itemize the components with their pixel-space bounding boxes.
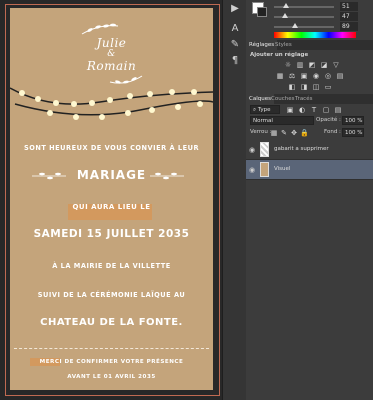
mixer-icon[interactable]: ◎: [324, 72, 332, 80]
filter-pixel-icon[interactable]: ▣: [286, 106, 294, 114]
filter-adjust-icon[interactable]: ◐: [298, 106, 306, 114]
brightness-icon[interactable]: ☼: [284, 61, 292, 69]
string-lights-illustration: [10, 87, 213, 120]
paragraph-icon[interactable]: ¶: [227, 54, 243, 68]
lock-pixels-icon[interactable]: ▦: [270, 129, 278, 137]
ceremonie-text: SUIVI DE LA CÉRÉMONIE LAÏQUE AU: [37, 291, 186, 299]
mariage-heading: MARIAGE: [76, 168, 147, 182]
vibrance-icon[interactable]: ▽: [332, 61, 340, 69]
fill-input[interactable]: 100 %: [342, 128, 364, 137]
date-text: SAMEDI 15 JUILLET 2035: [33, 228, 190, 240]
filter-smart-icon[interactable]: ▤: [334, 106, 342, 114]
slider-track[interactable]: [274, 23, 334, 28]
layer-row-selected[interactable]: ◉ Visuel: [246, 160, 373, 180]
names-ampersand: &: [107, 49, 116, 59]
rsvp-text: MERCI DE CONFIRMER VOTRE PRÉSENCE: [39, 359, 184, 365]
lock-label: Verrou :: [250, 129, 272, 135]
groom-name: Romain: [86, 59, 137, 73]
play-icon[interactable]: ▶: [227, 2, 243, 16]
layer-thumbnail: [260, 162, 269, 177]
slider-track[interactable]: [274, 13, 334, 18]
artboard-frame: Julie & Romain SONT HEUREUX DE VOUS CONV…: [5, 4, 220, 396]
filter-type-icon[interactable]: T: [310, 106, 318, 114]
eye-icon[interactable]: ◉: [249, 146, 257, 154]
invitation-card[interactable]: Julie & Romain SONT HEUREUX DE VOUS CONV…: [10, 8, 213, 390]
tab-traces[interactable]: Tracés: [292, 94, 315, 104]
opacity-label: Opacité :: [316, 117, 341, 123]
adjustments-tabbar: Réglages Styles: [246, 40, 373, 50]
lookup-icon[interactable]: ▤: [336, 72, 344, 80]
aura-lieu-text: QUI AURA LIEU LE: [72, 203, 151, 211]
panel-icon-strip: ▶ A ✎ ¶: [222, 0, 247, 400]
bride-name: Julie: [96, 36, 127, 50]
tab-styles[interactable]: Styles: [272, 40, 295, 50]
mairie-text: À LA MAIRIE DE LA VILLETTE: [52, 262, 171, 270]
brush-icon[interactable]: ✎: [227, 38, 243, 52]
layers-tabbar: Calques Couches Tracés: [246, 94, 373, 104]
filter-shape-icon[interactable]: ▢: [322, 106, 330, 114]
lock-all-icon[interactable]: 🔒: [300, 129, 309, 137]
eye-icon[interactable]: ◉: [249, 166, 257, 174]
guide-line: [14, 348, 209, 349]
bw-icon[interactable]: ▣: [300, 72, 308, 80]
threshold-icon[interactable]: ◫: [312, 83, 320, 91]
slider-thumb[interactable]: [292, 23, 298, 28]
type-icon[interactable]: A: [227, 22, 243, 36]
slider-g[interactable]: 47: [246, 12, 373, 22]
invert-icon[interactable]: ◧: [288, 83, 296, 91]
slider-thumb[interactable]: [281, 13, 288, 18]
slider-value[interactable]: 89: [340, 22, 358, 31]
slider-b[interactable]: 89: [246, 22, 373, 32]
curves-icon[interactable]: ◩: [308, 61, 316, 69]
document-canvas[interactable]: Julie & Romain SONT HEUREUX DE VOUS CONV…: [0, 0, 222, 400]
rsvp-date-text: AVANT LE 01 AVRIL 2035: [67, 374, 156, 380]
slider-track[interactable]: [274, 3, 334, 8]
levels-icon[interactable]: ▥: [296, 61, 304, 69]
lock-paint-icon[interactable]: ✎: [280, 129, 288, 137]
lock-move-icon[interactable]: ✥: [290, 129, 298, 137]
invite-text: SONT HEUREUX DE VOUS CONVIER À LEUR: [23, 144, 200, 152]
blend-mode-select[interactable]: Normal: [250, 116, 314, 125]
laurel-top-icon: [81, 23, 119, 35]
adjustments-subtitle: Ajouter un réglage: [250, 52, 309, 58]
slider-thumb[interactable]: [283, 3, 289, 8]
slider-r[interactable]: 51: [246, 2, 373, 12]
color-spectrum-bar[interactable]: [274, 32, 356, 38]
posterize-icon[interactable]: ◨: [300, 83, 308, 91]
slider-value[interactable]: 47: [340, 12, 358, 21]
fill-label: Fond :: [324, 129, 341, 135]
balance-icon[interactable]: ⚖: [288, 72, 296, 80]
opacity-input[interactable]: 100 %: [342, 116, 364, 125]
hue-icon[interactable]: ▦: [276, 72, 284, 80]
layer-name: gabarit a supprimer: [274, 146, 329, 152]
chateau-text: CHATEAU DE LA FONTE.: [40, 317, 183, 328]
gradient-map-icon[interactable]: ▭: [324, 83, 332, 91]
layer-thumbnail: [260, 142, 269, 157]
layer-name: Visuel: [274, 166, 291, 172]
exposure-icon[interactable]: ◪: [320, 61, 328, 69]
layer-filter-select[interactable]: ⌕ Type: [250, 105, 280, 114]
photo-filter-icon[interactable]: ◉: [312, 72, 320, 80]
right-panels: 51 47 89 Réglages Styles Ajouter un régl…: [246, 0, 373, 400]
search-icon: ⌕: [253, 107, 257, 113]
slider-value[interactable]: 51: [340, 2, 358, 11]
filter-kind-label: Type: [257, 107, 271, 113]
layer-row[interactable]: ◉ gabarit a supprimer: [246, 140, 373, 160]
